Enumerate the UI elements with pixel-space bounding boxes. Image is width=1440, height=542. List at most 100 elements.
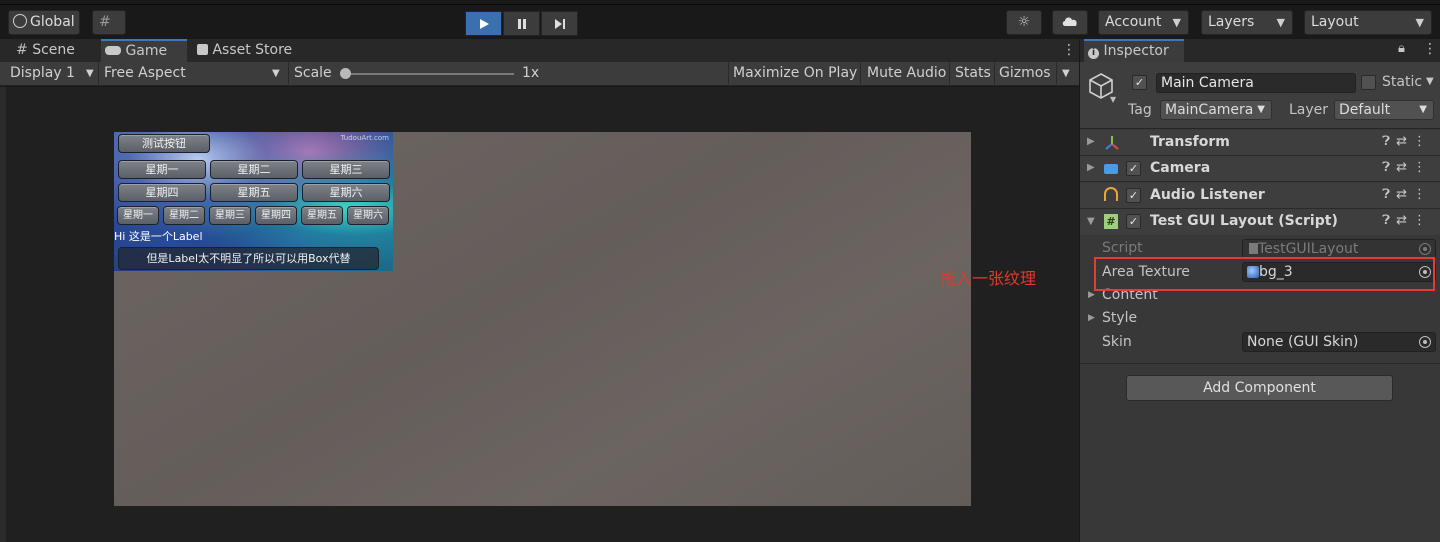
foldout-arrow-icon[interactable]: ▶ (1087, 136, 1095, 147)
object-picker-icon[interactable] (1419, 336, 1431, 348)
foldout-arrow-icon[interactable]: ▶ (1087, 162, 1095, 173)
component-camera[interactable]: ▶ ✓ Camera ❓︎⇄⋮ (1080, 156, 1440, 182)
gui-day-button-small[interactable]: 星期三 (209, 206, 251, 225)
chevron-down-icon[interactable]: ▼ (1426, 76, 1434, 87)
preset-icon[interactable]: ⇄ (1396, 134, 1413, 149)
account-dropdown[interactable]: Account ▼ (1098, 10, 1189, 35)
aspect-dropdown[interactable]: Free Aspect ▼ (104, 62, 286, 86)
kebab-menu-icon[interactable]: ⋮ (1413, 134, 1432, 149)
panel-edge (0, 87, 6, 542)
gizmos-toggle[interactable]: Gizmos (999, 62, 1051, 86)
component-header-icons[interactable]: ❓︎⇄⋮ (1382, 134, 1432, 149)
layer-value: Default (1339, 102, 1391, 118)
foldout-arrow-icon[interactable]: ▶ (1088, 313, 1095, 323)
gui-day-button-small[interactable]: 星期二 (163, 206, 205, 225)
global-toggle-button[interactable]: Global (8, 10, 80, 35)
tab-inspector[interactable]: i Inspector (1084, 39, 1184, 62)
pause-icon (517, 18, 526, 29)
scale-slider-thumb[interactable] (340, 68, 351, 79)
display-dropdown[interactable]: Display 1 ▼ (10, 62, 96, 86)
component-enabled-checkbox[interactable]: ✓ (1126, 161, 1141, 176)
collab-button[interactable] (1052, 10, 1088, 35)
maximize-on-play-toggle[interactable]: Maximize On Play (733, 62, 857, 86)
gui-day-button[interactable]: 星期三 (302, 160, 390, 179)
gizmos-dropdown-arrow[interactable]: ▼ (1062, 62, 1070, 86)
layer-dropdown[interactable]: Default ▼ (1334, 100, 1434, 120)
script-label: Script (1102, 240, 1143, 256)
style-foldout[interactable]: Style (1102, 310, 1137, 326)
play-button[interactable] (465, 11, 502, 36)
global-label: Global (30, 14, 75, 30)
component-test-gui-layout[interactable]: ▼ # ✓ Test GUI Layout (Script) ❓︎⇄⋮ (1080, 209, 1440, 235)
kebab-menu-icon[interactable]: ⋮ (1413, 213, 1432, 228)
skin-field[interactable]: None (GUI Skin) (1242, 332, 1436, 352)
stats-toggle[interactable]: Stats (955, 62, 991, 86)
component-enabled-checkbox[interactable]: ✓ (1126, 188, 1141, 203)
grid-snap-icon: # (99, 14, 111, 30)
active-checkbox[interactable]: ✓ (1132, 75, 1147, 90)
foldout-arrow-icon[interactable]: ▶ (1088, 290, 1095, 300)
preset-icon[interactable]: ⇄ (1396, 213, 1413, 228)
gui-day-button-small[interactable]: 星期五 (301, 206, 343, 225)
component-header-icons[interactable]: ❓︎⇄⋮ (1382, 160, 1432, 175)
tab-asset-store-label: Asset Store (212, 42, 293, 58)
kebab-menu-icon[interactable]: ⋮ (1413, 187, 1432, 202)
component-audio-listener[interactable]: ✓ Audio Listener ❓︎⇄⋮ (1080, 183, 1440, 209)
tab-scene[interactable]: # Scene (12, 39, 98, 62)
component-header-icons[interactable]: ❓︎⇄⋮ (1382, 187, 1432, 202)
game-panel-tabs: # Scene Game Asset Store ⋮ (0, 39, 1079, 62)
chevron-down-icon: ▼ (1415, 16, 1424, 29)
scene-grid-icon: # (16, 42, 28, 58)
component-header-icons[interactable]: ❓︎⇄⋮ (1382, 213, 1432, 228)
layers-dropdown[interactable]: Layers ▼ (1201, 10, 1293, 35)
lock-icon[interactable]: 🔒︎ (1398, 41, 1405, 56)
step-button[interactable] (541, 11, 578, 36)
kebab-menu-icon[interactable]: ⋮ (1413, 160, 1432, 175)
services-button[interactable]: ☼ (1006, 10, 1042, 35)
gui-day-button[interactable]: 星期四 (118, 183, 206, 202)
snap-grid-button[interactable]: # (92, 10, 126, 35)
gui-day-button-small[interactable]: 星期四 (255, 206, 297, 225)
gui-day-button[interactable]: 星期一 (118, 160, 206, 179)
object-picker-icon (1419, 243, 1431, 255)
static-checkbox[interactable] (1361, 75, 1376, 90)
pause-button[interactable] (503, 11, 540, 36)
gui-test-button[interactable]: 测试按钮 (118, 134, 210, 153)
chevron-down-icon: ▼ (1419, 104, 1427, 115)
gui-day-button[interactable]: 星期六 (302, 183, 390, 202)
transform-axes-icon (1105, 136, 1119, 150)
help-icon[interactable]: ❓︎ (1382, 187, 1396, 202)
chevron-down-icon: ▼ (1062, 68, 1070, 79)
help-icon[interactable]: ❓︎ (1382, 160, 1396, 175)
foldout-arrow-icon[interactable]: ▼ (1087, 216, 1095, 227)
tag-label: Tag (1128, 102, 1152, 118)
chevron-down-icon[interactable]: ▼ (1110, 95, 1116, 104)
texture-watermark: TudouArt.com (340, 134, 389, 142)
gui-day-button-small[interactable]: 星期六 (347, 206, 389, 225)
gui-day-button[interactable]: 星期二 (210, 160, 298, 179)
layout-dropdown[interactable]: Layout ▼ (1304, 10, 1432, 35)
help-icon[interactable]: ❓︎ (1382, 213, 1396, 228)
help-icon[interactable]: ❓︎ (1382, 134, 1396, 149)
tab-asset-store[interactable]: Asset Store (193, 39, 297, 62)
annotation-highlight-box (1094, 257, 1435, 291)
kebab-menu-icon[interactable]: ⋮ (1423, 41, 1437, 57)
scale-slider-track[interactable] (342, 73, 514, 75)
component-enabled-checkbox[interactable]: ✓ (1126, 214, 1141, 229)
preset-icon[interactable]: ⇄ (1396, 187, 1413, 202)
tab-game[interactable]: Game (101, 39, 187, 62)
static-label: Static (1382, 74, 1423, 90)
component-transform[interactable]: ▶ Transform ❓︎⇄⋮ (1080, 130, 1440, 156)
gui-day-button-small[interactable]: 星期一 (117, 206, 159, 225)
object-name-field[interactable]: Main Camera (1156, 73, 1356, 93)
preset-icon[interactable]: ⇄ (1396, 160, 1413, 175)
annotation-text: 拖入一张纹理 (940, 269, 1037, 288)
add-component-button[interactable]: Add Component (1126, 375, 1393, 401)
gui-day-button[interactable]: 星期五 (210, 183, 298, 202)
scale-value: 1x (522, 65, 540, 81)
panel-menu-button[interactable]: ⋮ (1058, 39, 1076, 62)
tag-dropdown[interactable]: MainCamera ▼ (1160, 100, 1272, 120)
mute-audio-toggle[interactable]: Mute Audio (867, 62, 946, 86)
script-hash-icon: # (1104, 214, 1118, 229)
chevron-down-icon: ▼ (86, 68, 94, 79)
